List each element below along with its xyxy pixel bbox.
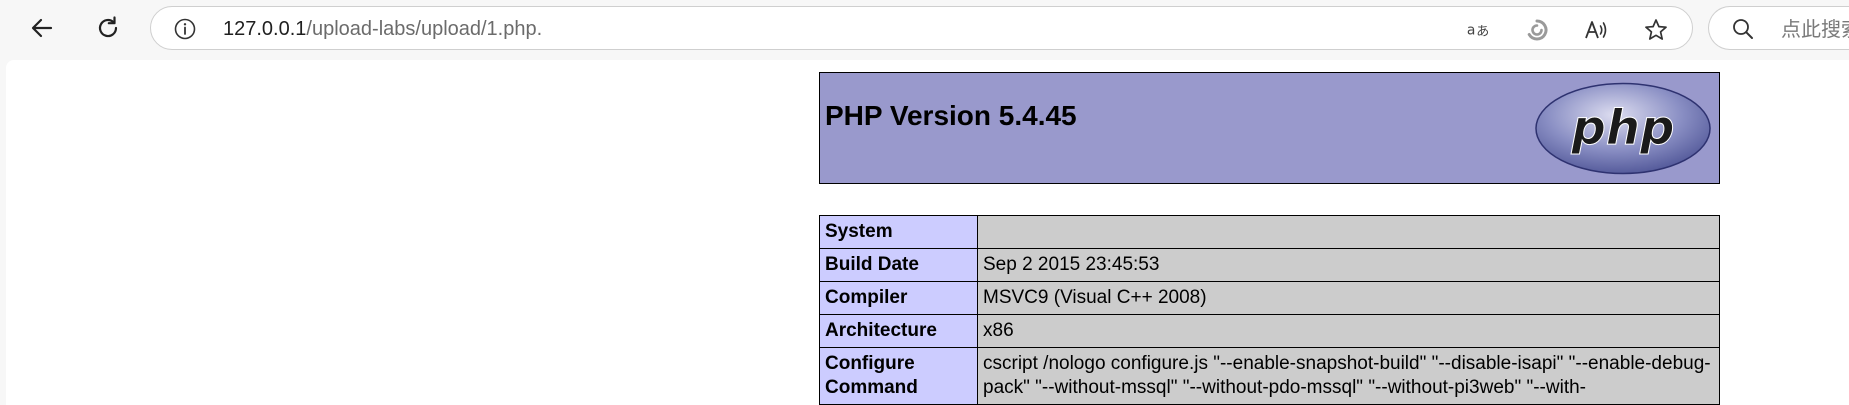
phpinfo-container: PHP Version 5.4.45 php System Build Date… <box>819 72 1720 405</box>
row-key: Configure Command <box>819 347 978 405</box>
url-text[interactable]: 127.0.0.1/upload-labs/upload/1.php. <box>223 18 542 40</box>
row-key: Build Date <box>819 248 978 282</box>
search-box[interactable]: 点此搜索 <box>1708 6 1849 50</box>
copilot-icon[interactable] <box>1524 17 1550 43</box>
read-aloud-icon[interactable] <box>1583 17 1609 43</box>
reload-button[interactable] <box>88 8 128 48</box>
row-value <box>977 215 1720 249</box>
search-icon <box>1733 19 1753 39</box>
row-key: Architecture <box>819 314 978 348</box>
table-row: Architecture x86 <box>819 314 1720 348</box>
phpinfo-header: PHP Version 5.4.45 php <box>819 72 1720 184</box>
php-logo[interactable]: php <box>1533 81 1713 176</box>
url-host: 127.0.0.1 <box>223 18 307 40</box>
table-row: Compiler MSVC9 (Visual C++ 2008) <box>819 281 1720 315</box>
read-mode-icon[interactable]: a あ <box>1466 17 1492 43</box>
back-button[interactable] <box>22 8 62 48</box>
info-icon[interactable] <box>173 17 197 41</box>
svg-text:あ: あ <box>1476 25 1489 40</box>
svg-text:a: a <box>1467 23 1476 39</box>
url-path: /upload-labs/upload/1.php. <box>306 18 543 40</box>
row-key: Compiler <box>819 281 978 315</box>
row-value: x86 <box>977 314 1720 348</box>
search-placeholder: 点此搜索 <box>1781 17 1849 41</box>
svg-text:php: php <box>1571 100 1675 156</box>
favorite-star-icon[interactable] <box>1643 17 1669 43</box>
table-row: System <box>819 215 1720 249</box>
browser-toolbar: 127.0.0.1/upload-labs/upload/1.php. a あ <box>0 0 1849 56</box>
back-arrow-icon <box>31 18 53 38</box>
table-row: Configure Command cscript /nologo config… <box>819 347 1720 405</box>
row-value: cscript /nologo configure.js "--enable-s… <box>977 347 1720 405</box>
row-key: System <box>819 215 978 249</box>
table-row: Build Date Sep 2 2015 23:45:53 <box>819 248 1720 282</box>
row-value: MSVC9 (Visual C++ 2008) <box>977 281 1720 315</box>
row-value: Sep 2 2015 23:45:53 <box>977 248 1720 282</box>
page-title: PHP Version 5.4.45 <box>825 100 1077 131</box>
phpinfo-table: System Build Date Sep 2 2015 23:45:53 Co… <box>819 215 1720 405</box>
address-bar[interactable]: 127.0.0.1/upload-labs/upload/1.php. a あ <box>150 6 1693 50</box>
reload-icon <box>98 16 118 38</box>
page-viewport: PHP Version 5.4.45 php System Build Date… <box>6 60 1849 405</box>
